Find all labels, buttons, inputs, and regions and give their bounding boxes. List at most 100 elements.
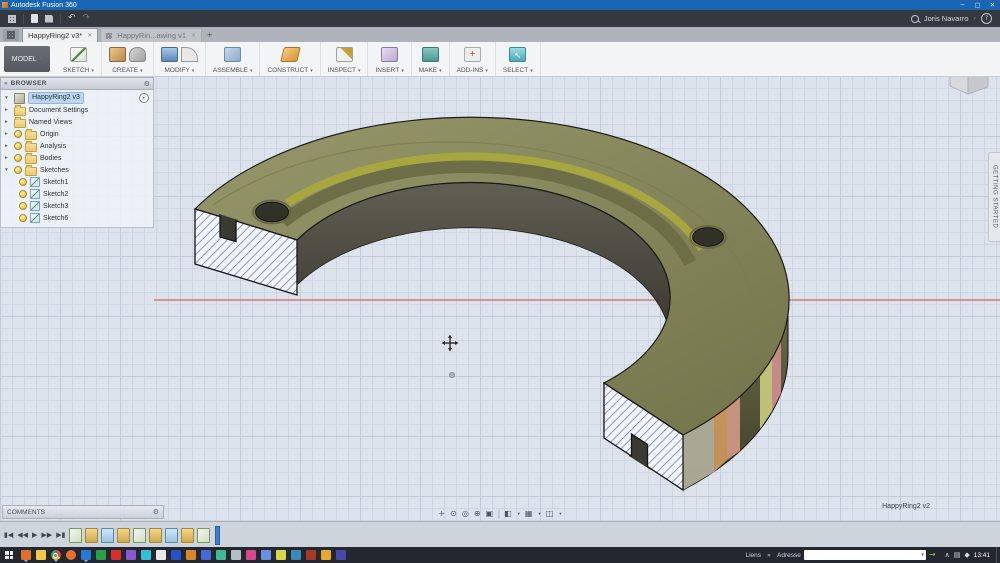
maximize-button[interactable]: ▢: [970, 0, 985, 10]
user-name[interactable]: Joris Navarro: [924, 14, 969, 23]
taskbar-app-icon-folder[interactable]: [35, 550, 46, 560]
help-icon[interactable]: ?: [981, 13, 992, 24]
links-chevron-icon[interactable]: »: [767, 551, 771, 559]
search-icon[interactable]: [910, 14, 919, 23]
taskbar-app-icon-excel[interactable]: [95, 550, 106, 560]
visibility-bulb-icon[interactable]: [14, 142, 22, 150]
timeline-skip-end-icon[interactable]: ▶▮: [56, 531, 65, 539]
fillet-icon[interactable]: [180, 47, 198, 62]
getting-started-tab[interactable]: GETTING STARTED: [988, 152, 1000, 242]
collapse-panel-icon[interactable]: «: [4, 80, 8, 87]
caret-right-icon[interactable]: ▸: [5, 155, 11, 161]
visibility-bulb-icon[interactable]: [19, 214, 27, 222]
caret-down-icon[interactable]: ▾: [559, 512, 561, 517]
timeline-position-marker[interactable]: [215, 525, 221, 545]
taskbar-app-icon[interactable]: [275, 550, 286, 560]
tray-volume-icon[interactable]: ◆: [964, 551, 969, 559]
minimize-button[interactable]: ─: [955, 0, 970, 10]
file-menu-icon[interactable]: [31, 14, 38, 23]
caret-right-icon[interactable]: ▸: [5, 143, 11, 149]
create-box-icon[interactable]: [108, 47, 126, 62]
timeline-item-feature[interactable]: [85, 527, 99, 543]
grid-layout-settings-icon[interactable]: ▦: [525, 510, 533, 518]
start-button[interactable]: [0, 547, 18, 563]
address-dropdown-caret-icon[interactable]: ▾: [921, 552, 924, 558]
workspace-switcher[interactable]: MODEL ▾: [4, 46, 50, 72]
timeline-item-sketch[interactable]: [197, 527, 211, 543]
tab-close-icon[interactable]: ✕: [87, 32, 92, 39]
pan-icon[interactable]: +: [438, 510, 445, 518]
tree-item-named-views[interactable]: ▸ Named Views: [1, 116, 153, 128]
comments-panel-header[interactable]: COMMENTS ⚙: [2, 505, 164, 519]
timeline-play-icon[interactable]: ▶: [32, 531, 37, 539]
select-cursor-icon[interactable]: [509, 47, 527, 62]
timeline-step-forward-icon[interactable]: ▶▶: [41, 531, 52, 539]
root-document-label[interactable]: HappyRing2 v3: [28, 92, 84, 104]
measure-icon[interactable]: [335, 47, 353, 62]
tree-item-sketches[interactable]: ▾ Sketches: [1, 164, 153, 176]
show-desktop-button[interactable]: [996, 547, 1000, 563]
taskbar-app-icon[interactable]: [290, 550, 301, 560]
taskbar-app-icon-firefox[interactable]: [65, 550, 76, 560]
comments-options-gear-icon[interactable]: ⚙: [153, 508, 159, 516]
tree-item-sketch2[interactable]: Sketch2: [1, 188, 153, 200]
insert-icon[interactable]: [381, 47, 399, 62]
links-toolbar-label[interactable]: Liens: [745, 552, 761, 559]
construct-plane-icon[interactable]: [279, 47, 301, 62]
tree-item-sketch6[interactable]: Sketch6: [1, 212, 153, 224]
address-input[interactable]: ▾: [803, 550, 926, 560]
show-data-panel-button[interactable]: [3, 29, 19, 41]
tree-item-document-settings[interactable]: ▸ Document Settings: [1, 104, 153, 116]
taskbar-app-icon-pdf[interactable]: [110, 550, 121, 560]
timeline-item-sketch[interactable]: [69, 527, 83, 543]
taskbar-clock[interactable]: 13:41: [974, 552, 990, 559]
tab-happyring2-v3[interactable]: HappyRing2 v3* ✕: [22, 28, 99, 42]
undo-icon[interactable]: ↶: [68, 14, 76, 23]
taskbar-app-icon-word[interactable]: [170, 550, 181, 560]
caret-right-icon[interactable]: ▸: [5, 107, 11, 113]
timeline-item-sketch[interactable]: [165, 527, 179, 543]
taskbar-app-icon[interactable]: [200, 550, 211, 560]
taskbar-app-icon[interactable]: [320, 550, 331, 560]
taskbar-app-icon-chrome[interactable]: [50, 550, 61, 560]
look-at-icon[interactable]: ◎: [462, 510, 469, 518]
taskbar-app-icon[interactable]: [140, 550, 151, 560]
orbit-icon[interactable]: ⊙: [450, 510, 457, 518]
close-button[interactable]: ✕: [985, 0, 1000, 10]
timeline-item-feature[interactable]: [117, 527, 131, 543]
taskbar-app-icon[interactable]: [80, 550, 91, 560]
tray-show-hidden-icons[interactable]: ∧: [945, 551, 950, 559]
taskbar-app-icon[interactable]: [335, 550, 346, 560]
tree-item-analysis[interactable]: ▸ Analysis: [1, 140, 153, 152]
tray-network-icon[interactable]: ▤: [954, 551, 961, 559]
caret-down-icon[interactable]: ▾: [518, 512, 520, 517]
zoom-icon[interactable]: ⊕: [474, 510, 481, 518]
timeline-item-feature[interactable]: [181, 527, 195, 543]
taskbar-app-icon[interactable]: [155, 550, 166, 560]
assemble-joint-icon[interactable]: [224, 47, 242, 62]
visibility-bulb-icon[interactable]: [19, 202, 27, 210]
redo-icon[interactable]: ↷: [83, 14, 91, 23]
tree-item-sketch3[interactable]: Sketch3: [1, 200, 153, 212]
press-pull-icon[interactable]: [160, 47, 178, 62]
caret-right-icon[interactable]: ▸: [5, 119, 11, 125]
data-panel-toggle-icon[interactable]: [8, 14, 16, 23]
caret-down-icon[interactable]: ▾: [5, 95, 11, 101]
caret-down-icon[interactable]: ▾: [5, 167, 11, 173]
user-caret-down-icon[interactable]: ▾: [973, 16, 976, 22]
timeline-item-sketch[interactable]: [133, 527, 147, 543]
3d-print-icon[interactable]: [421, 47, 439, 62]
timeline-item-sketch[interactable]: [101, 527, 115, 543]
tree-item-origin[interactable]: ▸ Origin: [1, 128, 153, 140]
taskbar-app-icon[interactable]: [260, 550, 271, 560]
tree-item-bodies[interactable]: ▸ Bodies: [1, 152, 153, 164]
create-sketch-icon[interactable]: [69, 47, 87, 62]
visibility-bulb-icon[interactable]: [14, 166, 22, 174]
viewports-icon[interactable]: ◫: [546, 510, 554, 518]
tree-root-row[interactable]: ▾ HappyRing2 v3 ▸: [1, 92, 153, 104]
tree-item-sketch1[interactable]: Sketch1: [1, 176, 153, 188]
new-tab-button[interactable]: +: [207, 30, 212, 40]
taskbar-app-icon[interactable]: [215, 550, 226, 560]
taskbar-app-icon[interactable]: [185, 550, 196, 560]
zoom-window-icon[interactable]: ▣: [486, 510, 494, 518]
